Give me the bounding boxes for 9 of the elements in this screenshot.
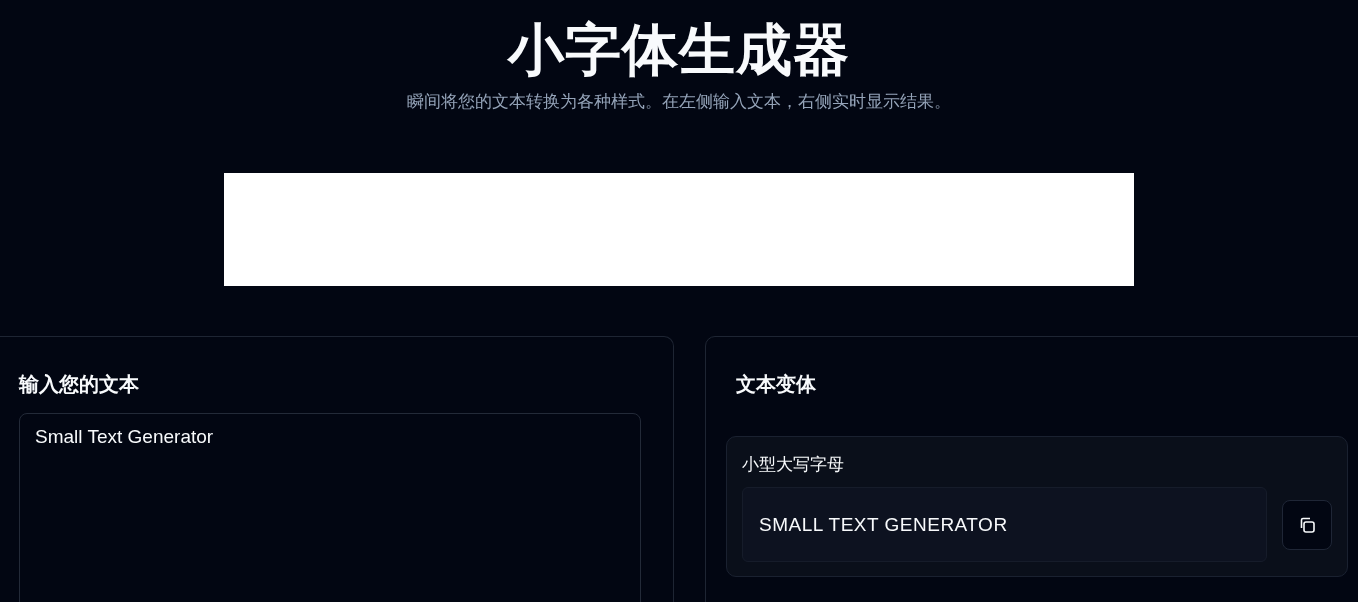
page-title: 小字体生成器 <box>508 16 850 84</box>
variant-label: 小型大写字母 <box>742 453 844 476</box>
page-subtitle: 瞬间将您的文本转换为各种样式。在左侧输入文本，右侧实时显示结果。 <box>407 90 951 113</box>
panel-title: 文本变体 <box>736 372 817 396</box>
copy-button[interactable] <box>1282 499 1332 550</box>
variant-result: SMALL TEXT GENERATOR <box>742 487 1267 562</box>
panel-title: 输入您的文本 <box>19 372 140 396</box>
copy-icon <box>1298 515 1316 534</box>
text-input-field[interactable]: Small Text Generator <box>19 413 641 602</box>
